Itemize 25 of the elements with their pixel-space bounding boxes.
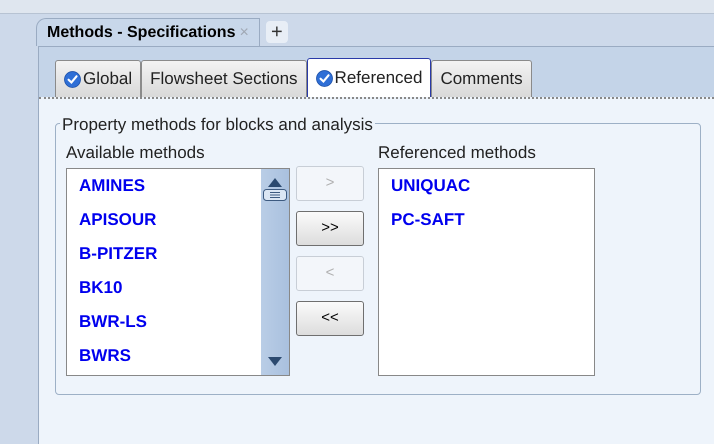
list-item[interactable]: BWRS [79, 345, 261, 367]
tab[interactable]: Referenced [306, 58, 432, 97]
checkmark-icon [316, 70, 333, 86]
checkmark-icon [64, 70, 81, 88]
list-label: Referenced methods [378, 142, 537, 164]
tab[interactable]: Flowsheet Sections [141, 60, 307, 97]
scroll-down-icon[interactable] [268, 357, 282, 367]
move-button[interactable]: >> [296, 211, 364, 246]
list-item[interactable]: BK10 [79, 277, 261, 299]
list-item[interactable]: BWR-LS [79, 311, 261, 333]
new-tab-button[interactable]: + [266, 21, 288, 43]
scroll-up-icon[interactable] [268, 177, 282, 187]
document-tab-title: Methods - Specifications [47, 22, 236, 42]
scrollbar[interactable] [261, 169, 289, 375]
list-item[interactable]: UNIQUAC [391, 175, 594, 197]
list-item[interactable]: AMINES [79, 175, 261, 197]
tab[interactable]: Comments [431, 60, 532, 97]
document-tab[interactable]: Methods - Specifications × [36, 18, 260, 46]
list-item[interactable]: PC-SAFT [391, 209, 594, 231]
list-item[interactable]: B-PITZER [79, 243, 261, 265]
list-label: Available methods [66, 142, 206, 164]
list-item[interactable]: APISOUR [79, 209, 261, 231]
move-button[interactable]: << [296, 301, 364, 336]
tab[interactable]: Global [55, 60, 142, 97]
scroll-thumb-icon[interactable] [263, 189, 287, 201]
